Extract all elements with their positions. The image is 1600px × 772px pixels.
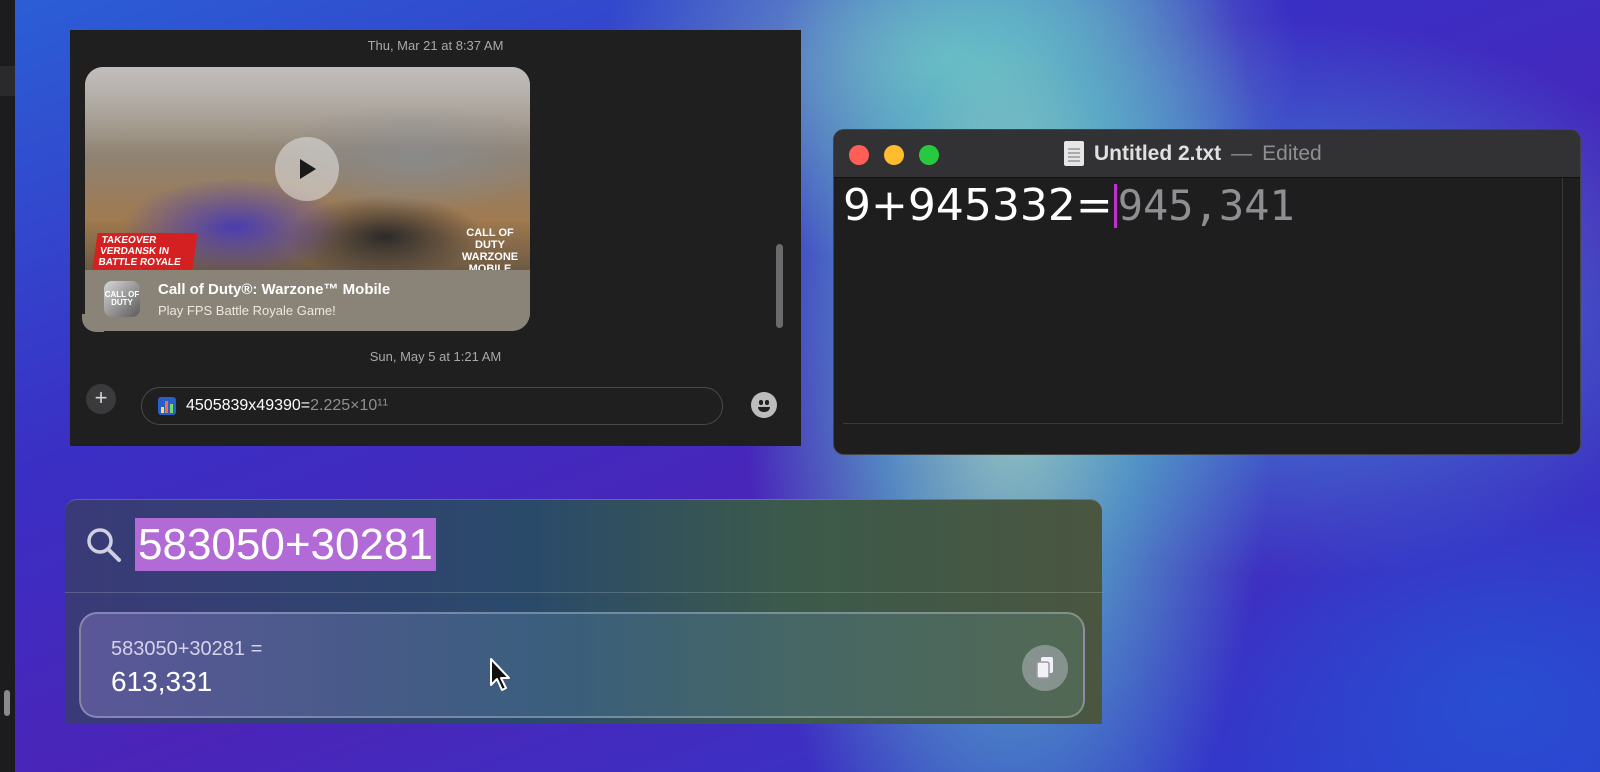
messages-scrollbar[interactable] [776, 244, 783, 328]
calculator-icon [158, 397, 176, 415]
message-compose-field[interactable]: 4505839x49390= 2.225×10¹¹ [141, 387, 723, 425]
math-suggestion: 945,341 [1117, 181, 1295, 230]
mouse-pointer-icon [490, 658, 510, 691]
search-icon [87, 528, 121, 562]
edited-status: Edited [1262, 141, 1322, 165]
result-value: 613,331 [111, 666, 213, 697]
text-editor-area[interactable]: 9+945332= 945,341 [843, 178, 1563, 424]
copy-button[interactable] [1022, 645, 1068, 691]
close-button[interactable] [849, 145, 869, 165]
game-logo-text: CALL OF DUTY WARZONE MOBILE [461, 227, 519, 275]
compose-typed-text: 4505839x49390= [186, 397, 311, 414]
emoji-icon[interactable] [751, 392, 777, 418]
document-icon [1064, 141, 1084, 166]
copy-icon [1036, 657, 1053, 679]
document-name: Untitled 2.txt [1094, 141, 1222, 165]
messages-window: Thu, Mar 21 at 8:37 AM TAKEOVER VERDANSK… [70, 30, 801, 446]
play-icon [300, 159, 316, 179]
promo-badge: TAKEOVER VERDANSK IN BATTLE ROYALE [92, 233, 198, 270]
app-info-row[interactable]: CALL OF DUTY Call of Duty®: Warzone™ Mob… [85, 270, 530, 331]
edge-divider [0, 66, 15, 96]
text-line: 9+945332= 945,341 [843, 180, 1295, 231]
link-preview-bubble[interactable]: TAKEOVER VERDANSK IN BATTLE ROYALE CALL … [85, 67, 530, 331]
app-subtitle: Play FPS Battle Royale Game! [158, 303, 336, 318]
title-separator: — [1231, 141, 1253, 165]
window-title: Untitled 2.txt — Edited [1064, 141, 1322, 166]
app-title: Call of Duty®: Warzone™ Mobile [158, 281, 391, 298]
edge-scroll-knob[interactable] [4, 690, 10, 716]
calculator-result[interactable]: 583050+30281 = 613,331 [79, 612, 1085, 718]
textedit-window: Untitled 2.txt — Edited 9+945332= 945,341 [834, 130, 1580, 454]
zoom-button[interactable] [919, 145, 939, 165]
play-button[interactable] [275, 137, 339, 201]
typed-expression: 9+945332= [843, 180, 1113, 231]
add-attachment-button[interactable]: + [86, 384, 116, 414]
spotlight-panel: 583050+30281 583050+30281 = 613,331 [65, 499, 1102, 724]
text-caret [1113, 183, 1117, 228]
left-window-edge [0, 0, 15, 772]
message-timestamp-2: Sun, May 5 at 1:21 AM [369, 349, 502, 364]
minimize-button[interactable] [884, 145, 904, 165]
result-expression: 583050+30281 = [111, 638, 263, 660]
spotlight-search-row[interactable]: 583050+30281 [65, 500, 1102, 593]
textedit-titlebar[interactable]: Untitled 2.txt — Edited [834, 130, 1580, 178]
message-timestamp: Thu, Mar 21 at 8:37 AM [367, 38, 504, 53]
app-icon-label: CALL OF DUTY [104, 290, 140, 307]
compose-inline-suggestion: 2.225×10¹¹ [310, 397, 388, 414]
game-preview-image[interactable]: TAKEOVER VERDANSK IN BATTLE ROYALE CALL … [85, 67, 530, 275]
app-icon: CALL OF DUTY [104, 281, 140, 317]
spotlight-search-input[interactable]: 583050+30281 [135, 518, 436, 571]
